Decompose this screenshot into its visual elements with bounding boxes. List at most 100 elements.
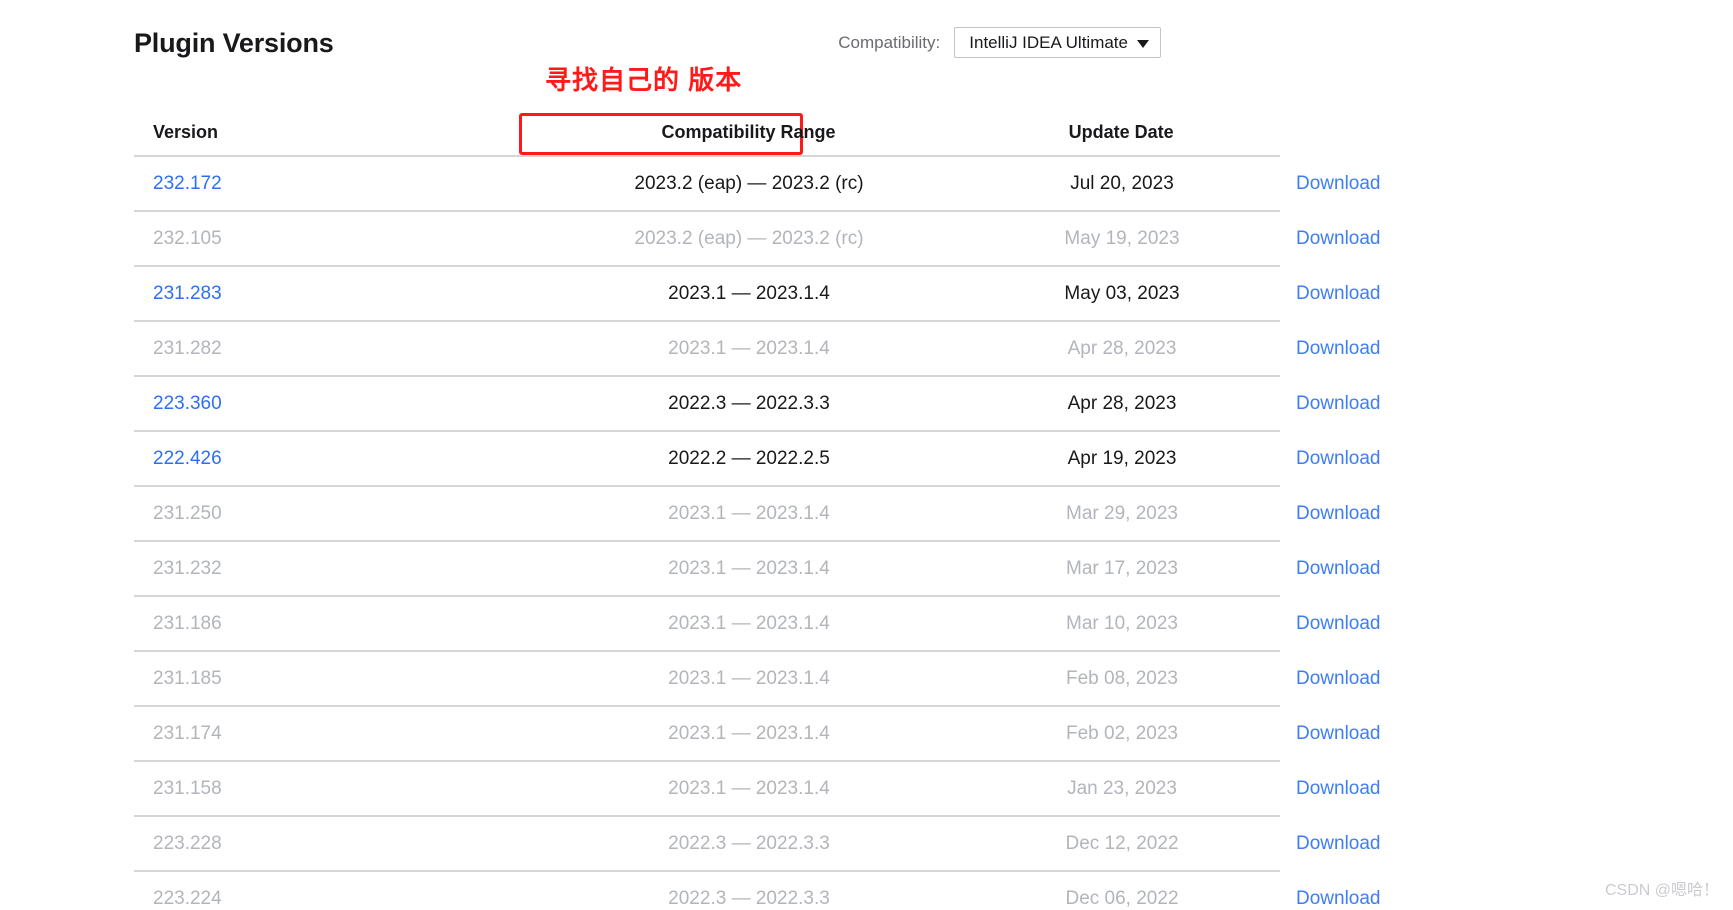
column-header-version: Version [153,122,219,142]
update-date-cell: Dec 12, 2022 [964,833,1280,855]
compatibility-label: Compatibility: [838,32,941,52]
version-cell: 231.186 [134,613,534,635]
download-link[interactable]: Download [1296,778,1381,800]
version-cell: 231.283 [134,283,534,305]
version-cell: 223.228 [134,833,534,855]
update-date-text: Jan 23, 2023 [1067,777,1177,799]
compatibility-range-cell: 2023.1 — 2023.1.4 [534,613,964,635]
version-link: 231.282 [153,337,222,359]
download-link[interactable]: Download [1296,448,1381,470]
update-date-text: Mar 10, 2023 [1066,612,1178,634]
download-link[interactable]: Download [1296,723,1381,745]
update-date-cell: Apr 28, 2023 [964,393,1280,415]
compatibility-range-text: 2022.3 — 2022.3.3 [668,392,830,414]
version-link[interactable]: 231.283 [153,283,222,304]
version-link[interactable]: 232.172 [153,173,222,194]
plugin-versions-page: Plugin Versions Compatibility: IntelliJ … [0,0,1733,910]
update-date-text: Mar 17, 2023 [1066,557,1178,579]
download-link[interactable]: Download [1296,888,1381,910]
column-header-update-date: Update Date [1068,122,1174,142]
version-cell: 232.172 [134,173,534,195]
chevron-down-icon [1137,39,1149,48]
version-link: 223.228 [153,832,222,854]
download-link[interactable]: Download [1296,833,1381,855]
download-link[interactable]: Download [1296,503,1381,525]
update-date-cell: May 03, 2023 [964,283,1280,305]
compatibility-range-cell: 2023.1 — 2023.1.4 [534,558,964,580]
version-cell: 231.232 [134,558,534,580]
version-cell: 223.360 [134,393,534,415]
watermark: CSDN @嗯哈！ [1604,882,1719,899]
update-date-text: May 03, 2023 [1064,282,1180,304]
version-link: 232.105 [153,227,222,249]
compatibility-range-text: 2022.3 — 2022.3.3 [668,887,830,909]
plugin-versions-table: Version Compatibility Range Update Date … [134,110,1381,910]
compatibility-range-cell: 2023.2 (eap) — 2023.2 (rc) [534,228,964,250]
table-row: 231.232 2023.1 — 2023.1.4 Mar 17, 2023 Down… [134,542,1381,597]
update-date-text: Dec 06, 2022 [1065,887,1179,909]
table-row: 231.158 2023.1 — 2023.1.4 Jan 23, 2023 Down… [134,762,1381,817]
compatibility-range-cell: 2023.2 (eap) — 2023.2 (rc) [534,173,964,195]
table-row: 223.360 2022.3 — 2022.3.3 Apr 28, 2023 Down… [134,377,1381,432]
version-cell: 231.250 [134,503,534,525]
version-cell: 222.426 [134,448,534,470]
compatibility-range-text: 2023.1 — 2023.1.4 [668,667,830,689]
download-link[interactable]: Download [1296,558,1381,580]
version-cell: 231.158 [134,778,534,800]
version-link: 231.186 [153,612,222,634]
compatibility-range-cell: 2023.1 — 2023.1.4 [534,668,964,690]
table-row: 231.174 2023.1 — 2023.1.4 Feb 02, 2023 Down… [134,707,1381,762]
download-link[interactable]: Download [1296,393,1381,415]
update-date-cell: Dec 06, 2022 [964,888,1280,910]
compatibility-range-cell: 2023.1 — 2023.1.4 [534,283,964,305]
compatibility-dropdown[interactable]: IntelliJ IDEA Ultimate [954,27,1161,58]
download-link[interactable]: Download [1296,173,1381,195]
update-date-text: Apr 28, 2023 [1067,337,1177,359]
update-date-text: Feb 08, 2023 [1066,667,1178,689]
compatibility-range-cell: 2023.1 — 2023.1.4 [534,778,964,800]
version-cell: 231.185 [134,668,534,690]
update-date-text: May 19, 2023 [1064,227,1180,249]
version-cell: 231.282 [134,338,534,360]
update-date-cell: Jul 20, 2023 [964,173,1280,195]
update-date-text: Apr 19, 2023 [1067,447,1177,469]
update-date-cell: Apr 19, 2023 [964,448,1280,470]
table-row: 232.172 2023.2 (eap) — 2023.2 (rc) Jul 20,… [134,157,1381,212]
version-link: 231.158 [153,777,222,799]
compatibility-range-cell: 2022.2 — 2022.2.5 [534,448,964,470]
compatibility-range-cell: 2023.1 — 2023.1.4 [534,503,964,525]
compatibility-range-cell: 2023.1 — 2023.1.4 [534,723,964,745]
page-title: Plugin Versions [134,28,334,58]
update-date-cell: Mar 17, 2023 [964,558,1280,580]
compatibility-range-text: 2023.2 (eap) — 2023.2 (rc) [634,172,864,194]
compatibility-range-text: 2023.1 — 2023.1.4 [668,502,830,524]
version-link: 231.232 [153,557,222,579]
download-link[interactable]: Download [1296,668,1381,690]
update-date-text: Jul 20, 2023 [1070,172,1174,194]
compatibility-filter: Compatibility: IntelliJ IDEA Ultimate [838,27,1161,58]
download-link[interactable]: Download [1296,228,1381,250]
download-link[interactable]: Download [1296,613,1381,635]
column-header-compatibility-range: Compatibility Range [661,122,836,142]
table-row: 223.228 2022.3 — 2022.3.3 Dec 12, 2022 Down… [134,817,1381,872]
table-row: 232.105 2023.2 (eap) — 2023.2 (rc) May 19,… [134,212,1381,267]
compatibility-range-text: 2023.2 (eap) — 2023.2 (rc) [634,227,864,249]
update-date-cell: Jan 23, 2023 [964,778,1280,800]
compatibility-range-text: 2023.1 — 2023.1.4 [668,337,830,359]
version-link[interactable]: 222.426 [153,448,222,469]
compatibility-selected-value: IntelliJ IDEA Ultimate [969,33,1128,52]
compatibility-range-text: 2023.1 — 2023.1.4 [668,557,830,579]
update-date-cell: Mar 29, 2023 [964,503,1280,525]
compatibility-range-text: 2022.3 — 2022.3.3 [668,832,830,854]
download-link[interactable]: Download [1296,338,1381,360]
download-link[interactable]: Download [1296,283,1381,305]
compatibility-range-text: 2023.1 — 2023.1.4 [668,722,830,744]
version-link: 223.224 [153,887,222,909]
table-row: 223.224 2022.3 — 2022.3.3 Dec 06, 2022 Down… [134,872,1381,910]
update-date-cell: Apr 28, 2023 [964,338,1280,360]
table-row: 231.283 2023.1 — 2023.1.4 May 03, 2023 Down… [134,267,1381,322]
compatibility-range-cell: 2022.3 — 2022.3.3 [534,888,964,910]
version-link[interactable]: 223.360 [153,393,222,414]
table-row: 231.186 2023.1 — 2023.1.4 Mar 10, 2023 Down… [134,597,1381,652]
page-header: Plugin Versions Compatibility: IntelliJ … [0,0,1733,78]
